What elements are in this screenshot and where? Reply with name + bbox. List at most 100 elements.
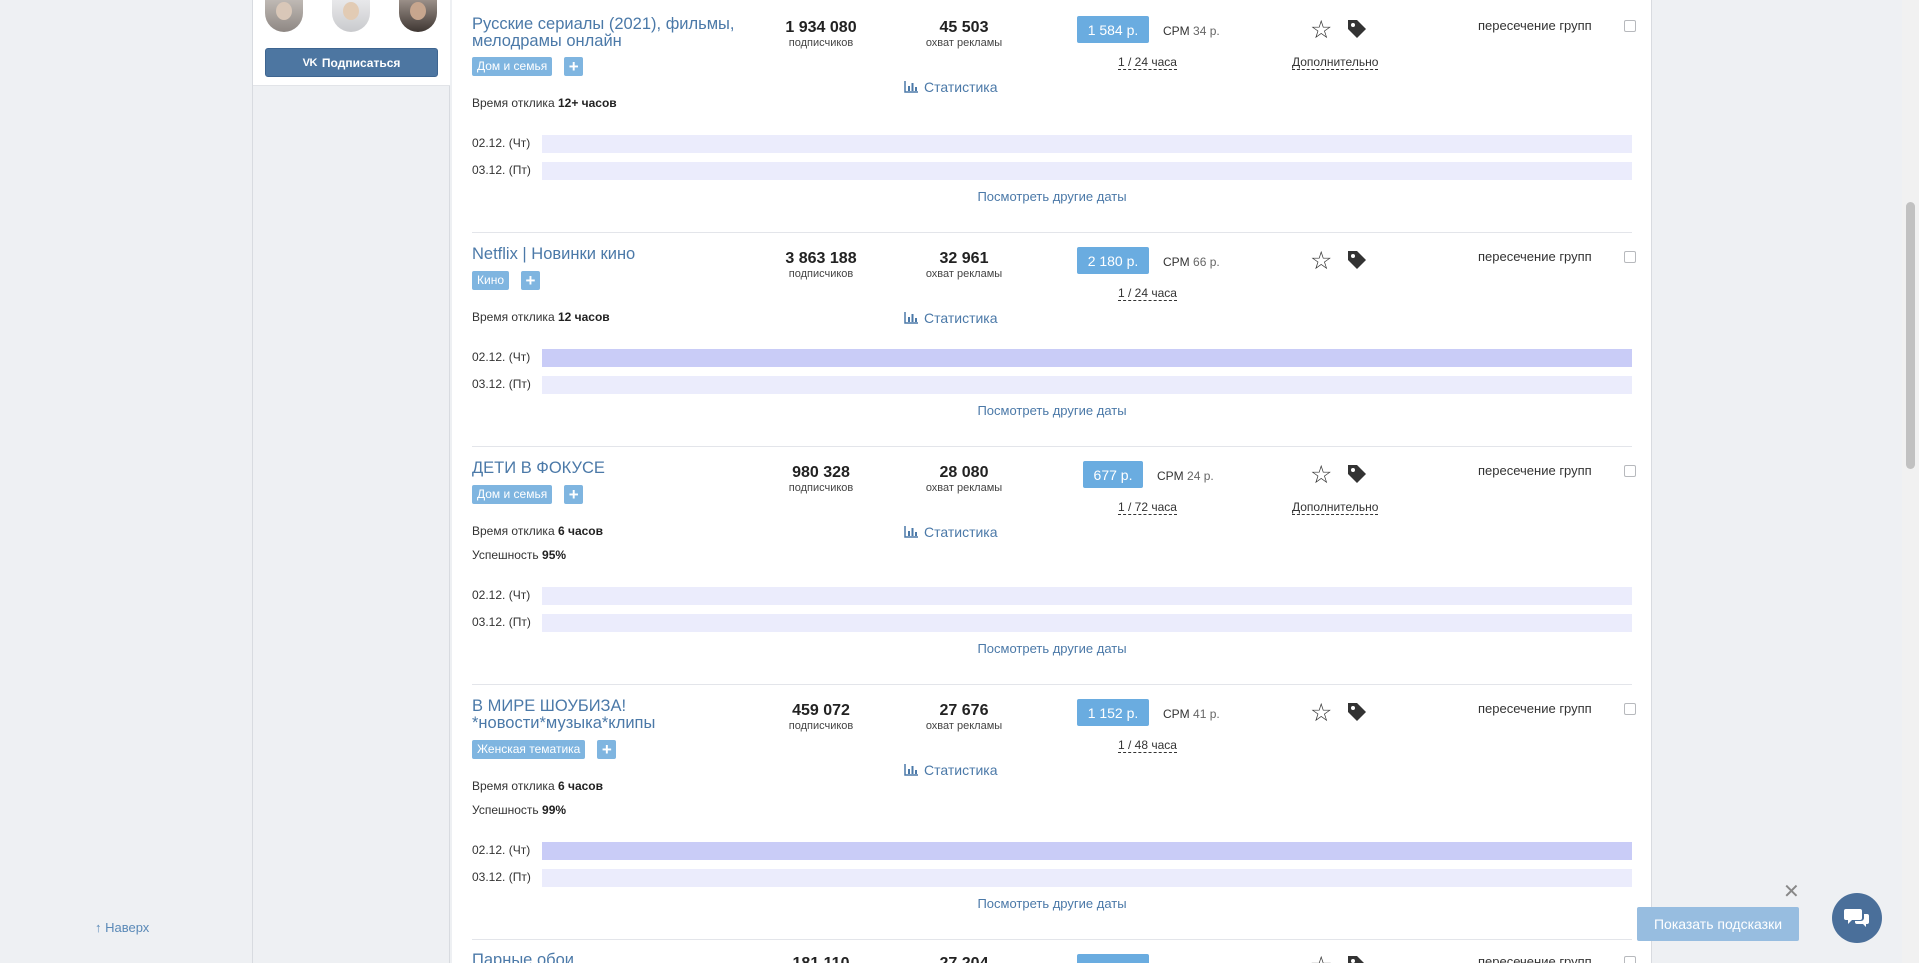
close-icon[interactable]: ✕ (1783, 882, 1800, 902)
price-button[interactable]: 1 584 р. (1077, 16, 1149, 43)
add-tag-button[interactable]: + (597, 740, 617, 759)
channel-row: Парные обои 181 110 27 204 ☆ пересечение… (472, 940, 1636, 963)
other-dates-link[interactable]: Посмотреть другие даты (472, 641, 1632, 656)
period-selector[interactable]: 1 / 72 часа (1118, 500, 1177, 515)
channel-title[interactable]: Парные обои (472, 952, 742, 963)
cpm-value: CPM 34 р. (1163, 24, 1220, 38)
back-to-top-link[interactable]: ↑ Наверх (95, 920, 149, 935)
star-icon[interactable]: ☆ (1310, 463, 1332, 488)
cross-groups-label: пересечение групп (1478, 249, 1592, 264)
select-checkbox[interactable] (1624, 703, 1636, 715)
date-label: 03.12. (Пт) (472, 163, 531, 177)
category-tag[interactable]: Дом и семья (472, 485, 553, 504)
date-slot-bar[interactable] (542, 869, 1632, 887)
cross-groups-label: пересечение групп (1478, 701, 1592, 716)
channel-row: Русские сериалы (2021), фильмы, мелодрам… (472, 0, 1636, 233)
statistics-link[interactable]: Статистика (904, 524, 998, 540)
category-tag[interactable]: Кино (472, 271, 509, 290)
other-dates-link[interactable]: Посмотреть другие даты (472, 189, 1632, 204)
channel-title[interactable]: В МИРЕ ШОУБИЗА! *новости*музыка*клипы (472, 698, 742, 732)
reach-count: 28 080 (939, 464, 989, 481)
tag-icon[interactable] (1346, 701, 1368, 723)
response-time: Время отклика 12+ часов (472, 96, 617, 110)
reach-stat: 45 503 охват рекламы (899, 18, 1029, 50)
date-slot-bar[interactable] (542, 587, 1632, 605)
period-selector[interactable]: 1 / 24 часа (1118, 55, 1177, 70)
add-tag-button[interactable]: + (564, 57, 584, 76)
channel-row: В МИРЕ ШОУБИЗА! *новости*музыка*клипы Же… (472, 685, 1636, 940)
reach-count: 32 961 (939, 250, 989, 267)
star-icon[interactable]: ☆ (1310, 18, 1332, 43)
date-slot-bar[interactable] (542, 376, 1632, 394)
response-time: Время отклика 6 часов (472, 524, 603, 538)
channel-title[interactable]: Русские сериалы (2021), фильмы, мелодрам… (472, 16, 742, 50)
bar-chart-icon (904, 312, 918, 324)
show-hints-button[interactable]: Показать подсказки (1637, 907, 1799, 941)
reach-count: 27 676 (939, 702, 989, 719)
cross-groups-label: пересечение групп (1478, 954, 1592, 963)
other-dates-link[interactable]: Посмотреть другие даты (472, 896, 1632, 911)
subscribers-stat: 980 328 подписчиков (756, 463, 886, 495)
select-checkbox[interactable] (1624, 20, 1636, 32)
subscribers-stat: 459 072 подписчиков (756, 701, 886, 733)
tag-icon[interactable] (1346, 18, 1368, 40)
date-label: 02.12. (Чт) (472, 588, 531, 602)
tag-icon[interactable] (1346, 249, 1368, 271)
statistics-link[interactable]: Статистика (904, 762, 998, 778)
tag-icon[interactable] (1346, 463, 1368, 485)
date-label: 02.12. (Чт) (472, 136, 531, 150)
reach-stat: 32 961 охват рекламы (899, 249, 1029, 281)
reach-stat: 28 080 охват рекламы (899, 463, 1029, 495)
channel-title[interactable]: Netflix | Новинки кино (472, 246, 742, 263)
price-button[interactable]: 1 152 р. (1077, 699, 1149, 726)
price-button[interactable]: 2 180 р. (1077, 247, 1149, 274)
date-slot-bar[interactable] (542, 842, 1632, 860)
add-tag-button[interactable]: + (564, 485, 584, 504)
extra-link[interactable]: Дополнительно (1292, 55, 1379, 70)
star-icon[interactable]: ☆ (1310, 954, 1332, 963)
category-tag[interactable]: Дом и семья (472, 57, 553, 76)
bar-chart-icon (904, 81, 918, 93)
avatar[interactable] (332, 0, 370, 32)
success-rate: Успешность 95% (472, 548, 567, 562)
vk-subscribe-button[interactable]: VK Подписаться (265, 48, 438, 77)
other-dates-link[interactable]: Посмотреть другие даты (472, 403, 1632, 418)
subscribers-count: 181 110 (756, 954, 886, 963)
subscribe-label: Подписаться (321, 55, 401, 70)
tag-icon[interactable] (1346, 954, 1368, 963)
bar-chart-icon (904, 764, 918, 776)
period-selector[interactable]: 1 / 24 часа (1118, 286, 1177, 301)
date-slot-bar[interactable] (542, 349, 1632, 367)
date-slot-bar[interactable] (542, 162, 1632, 180)
channel-title[interactable]: ДЕТИ В ФОКУСЕ (472, 460, 742, 477)
page-scrollbar[interactable] (1902, 0, 1919, 963)
date-slot-bar[interactable] (542, 614, 1632, 632)
cross-groups-label: пересечение групп (1478, 18, 1592, 33)
subscribers-stat: 181 110 (756, 954, 886, 963)
star-icon[interactable]: ☆ (1310, 249, 1332, 274)
vk-logo-icon: VK (302, 56, 318, 69)
price-button[interactable] (1077, 954, 1149, 963)
subscribers-count: 3 863 188 (785, 250, 857, 267)
extra-link[interactable]: Дополнительно (1292, 500, 1379, 515)
statistics-link[interactable]: Статистика (904, 310, 998, 326)
avatar[interactable] (265, 0, 303, 32)
date-label: 03.12. (Пт) (472, 377, 531, 391)
price-button[interactable]: 677 р. (1083, 461, 1143, 488)
select-checkbox[interactable] (1624, 251, 1636, 263)
category-tag[interactable]: Женская тематика (472, 740, 586, 759)
avatar[interactable] (399, 0, 437, 32)
scrollbar-thumb[interactable] (1906, 202, 1915, 469)
add-tag-button[interactable]: + (521, 271, 540, 290)
select-checkbox[interactable] (1624, 956, 1636, 963)
chat-button[interactable] (1832, 893, 1882, 943)
subscribers-count: 980 328 (792, 464, 850, 481)
star-icon[interactable]: ☆ (1310, 701, 1332, 726)
date-slot-bar[interactable] (542, 135, 1632, 153)
statistics-link[interactable]: Статистика (904, 79, 998, 95)
channel-row: Netflix | Новинки кино Кино + Время откл… (472, 233, 1636, 447)
subscribers-stat: 1 934 080 подписчиков (756, 18, 886, 50)
period-selector[interactable]: 1 / 48 часа (1118, 738, 1177, 753)
select-checkbox[interactable] (1624, 465, 1636, 477)
subscribers-stat: 3 863 188 подписчиков (756, 249, 886, 281)
